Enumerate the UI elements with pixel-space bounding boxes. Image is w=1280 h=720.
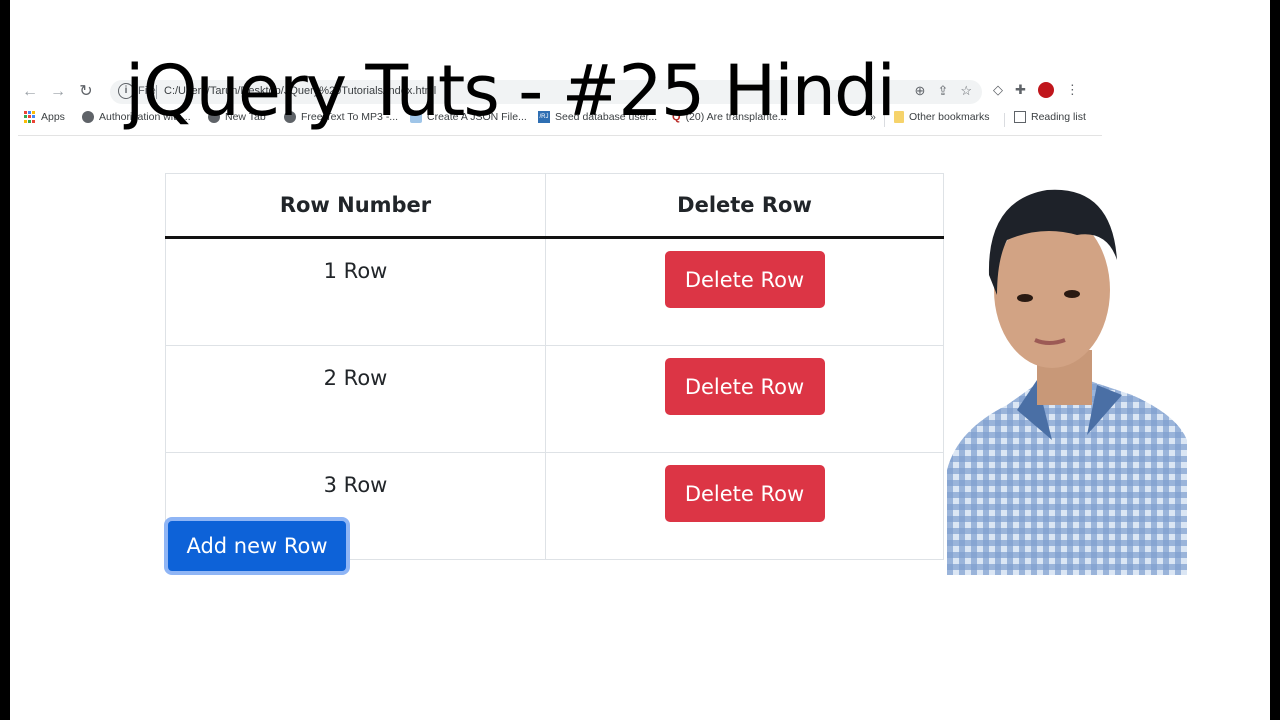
- bookmark-label: Apps: [41, 111, 65, 123]
- delete-row-button[interactable]: Delete Row: [664, 251, 825, 308]
- reading-list-label: Reading list: [1031, 111, 1086, 123]
- globe-icon: [82, 111, 94, 123]
- table-header-row: Row Number Delete Row: [165, 173, 944, 239]
- bookmark-star-icon[interactable]: ☆: [960, 83, 972, 99]
- menu-kebab-icon[interactable]: ⋮: [1066, 82, 1079, 98]
- page: ← → ↻ i File C:/Users/Tarun/Desktop/JQue…: [10, 0, 1270, 720]
- share-icon[interactable]: ⇪: [937, 83, 948, 99]
- video-title-overlay: jQuery Tuts - #25 Hindi: [125, 50, 896, 132]
- tag-icon[interactable]: ◇: [993, 82, 1003, 98]
- row-label: 1 Row: [165, 237, 546, 346]
- rows-table: Row Number Delete Row 1 Row Delete Row 2…: [165, 173, 944, 560]
- table-row: 2 Row Delete Row: [165, 345, 944, 453]
- other-bookmarks[interactable]: Other bookmarks: [894, 111, 990, 123]
- divider: [1004, 113, 1005, 127]
- apps-grid-icon: [24, 111, 36, 123]
- zoom-icon[interactable]: ⊕: [915, 83, 926, 99]
- presenter-photo: [947, 180, 1187, 575]
- row-label: 2 Row: [165, 345, 546, 453]
- folder-icon: [894, 111, 904, 123]
- reload-icon[interactable]: ↻: [76, 82, 96, 102]
- forward-arrow-icon[interactable]: →: [48, 82, 68, 102]
- reading-list-icon: [1014, 111, 1026, 123]
- delete-row-button[interactable]: Delete Row: [664, 465, 825, 522]
- table-row: 1 Row Delete Row: [165, 237, 944, 346]
- presenter-portrait-image: [947, 189, 1187, 575]
- header-delete-row: Delete Row: [545, 173, 944, 239]
- bookmark-apps[interactable]: Apps: [24, 111, 65, 123]
- delete-row-button[interactable]: Delete Row: [664, 358, 825, 415]
- header-row-number: Row Number: [165, 173, 546, 239]
- reading-list[interactable]: Reading list: [1014, 111, 1086, 123]
- other-bookmarks-label: Other bookmarks: [909, 111, 990, 123]
- back-arrow-icon[interactable]: ←: [20, 82, 40, 102]
- add-new-row-button[interactable]: Add new Row: [164, 517, 350, 575]
- profile-avatar-icon[interactable]: [1037, 82, 1054, 98]
- extensions-puzzle-icon[interactable]: ✚: [1015, 82, 1026, 98]
